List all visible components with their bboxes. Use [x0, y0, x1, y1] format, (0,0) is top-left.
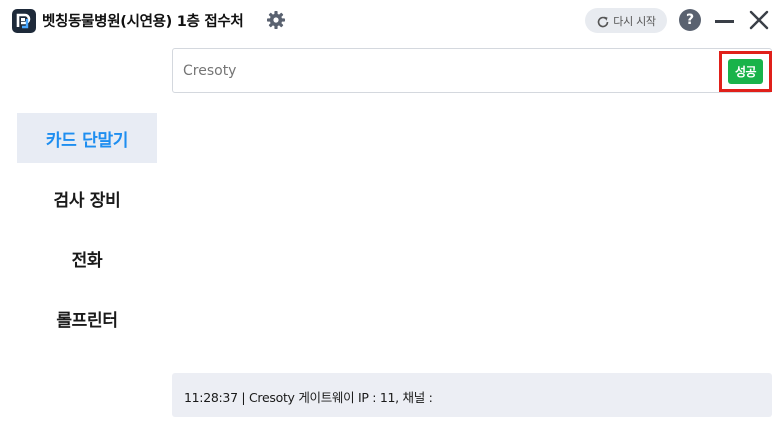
app-logo-icon: [12, 9, 36, 33]
refresh-icon: [596, 14, 610, 28]
status-highlight-frame: 성공: [719, 51, 772, 92]
minimize-icon[interactable]: [714, 10, 736, 32]
sidebar-item-roll-printer[interactable]: 롤프린터: [17, 293, 157, 343]
search-input[interactable]: [183, 61, 703, 81]
help-icon[interactable]: ?: [679, 9, 701, 31]
window-title: 벳칭동물병원(시연용) 1층 접수처: [42, 14, 244, 30]
search-box: 성공: [172, 48, 772, 93]
sidebar-item-phone[interactable]: 전화: [17, 233, 157, 283]
status-footer: 11:28:37 | Cresoty 게이트웨이 IP : 11, 채널 :: [172, 373, 772, 417]
gear-icon[interactable]: [266, 10, 286, 30]
close-icon[interactable]: [748, 9, 770, 31]
title-bar: 벳칭동물병원(시연용) 1층 접수처 다시 시작 ?: [0, 0, 782, 42]
status-badge: 성공: [728, 59, 763, 84]
sidebar-item-card-terminal[interactable]: 카드 단말기: [17, 113, 157, 163]
sidebar-item-test-equipment[interactable]: 검사 장비: [17, 173, 157, 223]
footer-status-text: 11:28:37 | Cresoty 게이트웨이 IP : 11, 채널 :: [184, 390, 433, 405]
restart-label: 다시 시작: [613, 14, 656, 28]
sidebar: 카드 단말기 검사 장비 전화 롤프린터: [17, 113, 157, 353]
restart-button[interactable]: 다시 시작: [585, 8, 667, 33]
